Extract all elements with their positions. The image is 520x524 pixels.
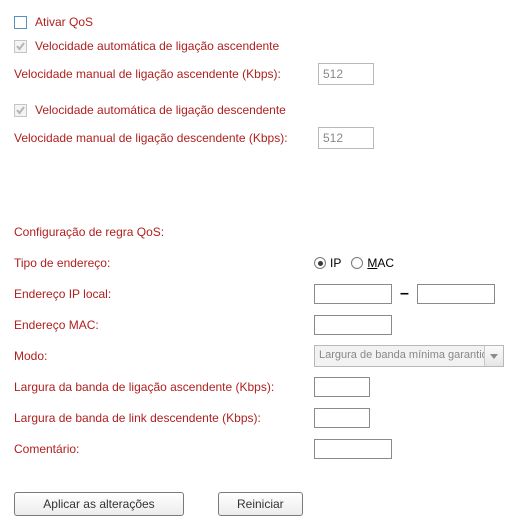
radio-ip-text: IP <box>330 256 341 270</box>
reset-button[interactable]: Reiniciar <box>218 492 303 516</box>
uplink-bw-label: Largura da banda de ligação ascendente (… <box>14 380 314 394</box>
auto-downlink-label: Velocidade automática de ligação descend… <box>35 103 286 117</box>
mode-select[interactable]: Largura de banda mínima garantida <box>314 345 504 367</box>
manual-downlink-label: Velocidade manual de ligação descendente… <box>14 131 314 145</box>
manual-uplink-label: Velocidade manual de ligação ascendente … <box>14 67 314 81</box>
local-ip-start-input[interactable] <box>314 284 392 304</box>
addr-type-label: Tipo de endereço: <box>14 256 314 270</box>
rule-section-title: Configuração de regra QoS: <box>14 225 314 239</box>
comment-label: Comentário: <box>14 442 314 456</box>
radio-mac-text: MAC <box>367 256 394 270</box>
mac-input[interactable] <box>314 315 392 335</box>
activate-qos-checkbox[interactable] <box>14 16 27 29</box>
auto-uplink-label: Velocidade automática de ligação ascende… <box>35 39 279 53</box>
chevron-down-icon <box>484 346 503 366</box>
radio-ip[interactable]: IP <box>314 256 341 270</box>
comment-input[interactable] <box>314 439 392 459</box>
local-ip-label: Endereço IP local: <box>14 287 314 301</box>
auto-downlink-checkbox[interactable] <box>14 104 27 117</box>
mac-label: Endereço MAC: <box>14 318 314 332</box>
manual-uplink-input[interactable] <box>318 63 374 85</box>
ip-range-dash: – <box>400 285 409 303</box>
manual-downlink-input[interactable] <box>318 127 374 149</box>
auto-uplink-checkbox[interactable] <box>14 40 27 53</box>
downlink-bw-label: Largura de banda de link descendente (Kb… <box>14 411 314 425</box>
downlink-bw-input[interactable] <box>314 408 370 428</box>
apply-button[interactable]: Aplicar as alterações <box>14 492 184 516</box>
mode-label: Modo: <box>14 349 314 363</box>
local-ip-end-input[interactable] <box>417 284 495 304</box>
mode-select-value: Largura de banda mínima garantida <box>315 346 484 366</box>
radio-mac[interactable]: MAC <box>351 256 394 270</box>
uplink-bw-input[interactable] <box>314 377 370 397</box>
activate-qos-label: Ativar QoS <box>35 15 93 29</box>
